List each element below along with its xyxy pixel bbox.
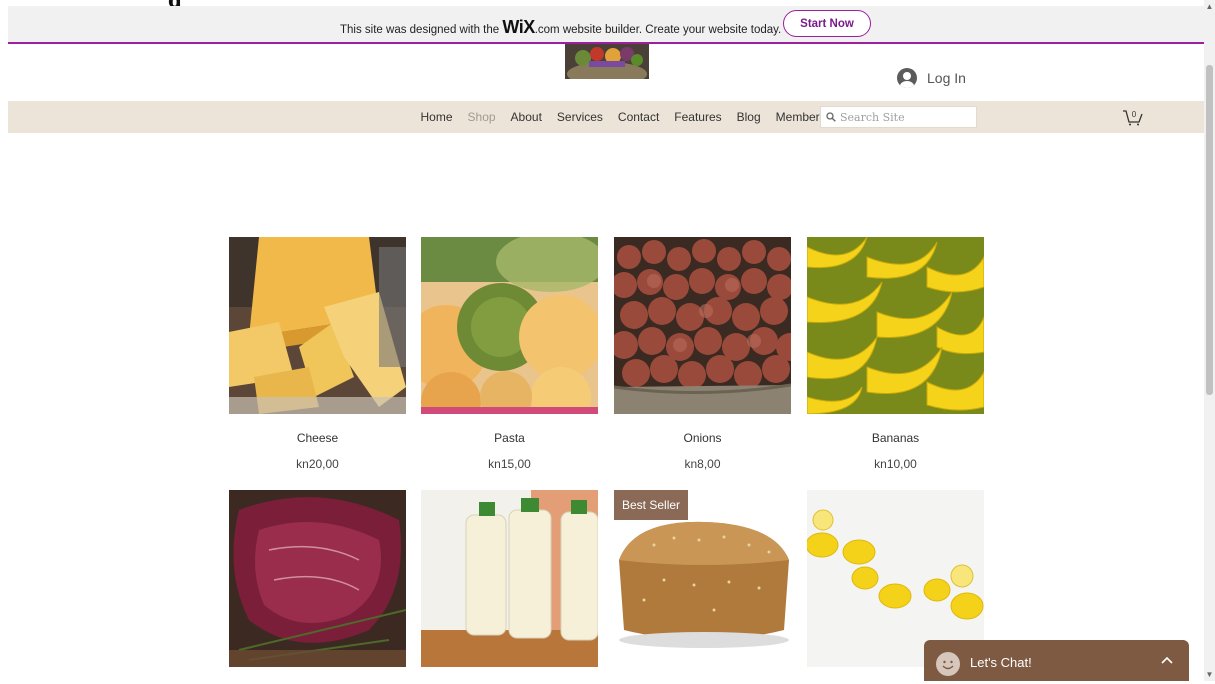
search-input[interactable] (840, 110, 970, 124)
product-card[interactable]: Cheese kn20,00 (229, 237, 406, 471)
wix-promo-banner: This site was designed with the WiX.com … (8, 6, 1204, 44)
wix-promo-text-before: This site was designed with the (340, 24, 503, 36)
product-image-onions[interactable] (614, 237, 791, 414)
nav-menu: Home Shop About Services Contact Feature… (413, 101, 833, 133)
scroll-up-arrow-icon[interactable]: ▲ (1205, 2, 1214, 11)
product-card[interactable]: Onions kn8,00 (614, 237, 791, 471)
nav-item-blog[interactable]: Blog (729, 110, 768, 124)
product-name[interactable]: Onions (614, 431, 791, 445)
product-card[interactable]: Best Seller (614, 490, 791, 684)
product-card[interactable] (421, 490, 598, 684)
search-icon (826, 112, 836, 122)
nav-item-about[interactable]: About (503, 110, 549, 124)
product-card[interactable] (229, 490, 406, 684)
nav-item-shop[interactable]: Shop (460, 110, 503, 124)
product-price: kn20,00 (296, 457, 339, 471)
product-card[interactable]: Bananas kn10,00 (807, 237, 984, 471)
shopping-cart-icon[interactable]: 0 (1122, 107, 1144, 127)
main-navigation: Home Shop About Services Contact Feature… (8, 101, 1204, 133)
site-logo[interactable] (565, 44, 649, 79)
start-now-button[interactable]: Start Now (783, 10, 871, 37)
cart-count: 0 (1132, 110, 1137, 119)
chat-widget[interactable]: Let's Chat! (924, 640, 1189, 681)
nav-item-contact[interactable]: Contact (610, 110, 666, 124)
wix-logo: WiX (502, 17, 535, 37)
vertical-scrollbar[interactable]: ▲ ▼ (1204, 0, 1215, 681)
product-name[interactable]: Bananas (807, 431, 984, 445)
best-seller-ribbon: Best Seller (614, 490, 689, 520)
nav-item-home[interactable]: Home (413, 110, 460, 124)
product-price: kn8,00 (684, 457, 721, 471)
product-image-bread[interactable]: Best Seller (614, 490, 791, 667)
product-name[interactable]: Cheese (229, 431, 406, 445)
chevron-up-icon[interactable] (1161, 653, 1173, 668)
chat-label[interactable]: Let's Chat! (970, 655, 1032, 670)
product-card[interactable]: Pasta kn15,00 (421, 237, 598, 471)
wix-promo-text-after: .com website builder. Create your websit… (534, 24, 782, 36)
product-image-pasta[interactable] (421, 237, 598, 414)
wix-promo-message: This site was designed with the WiX.com … (340, 17, 781, 38)
login-label[interactable]: Log In (927, 70, 966, 86)
login-area[interactable]: Log In (897, 68, 966, 88)
product-image-bananas[interactable] (807, 237, 984, 414)
product-image-milk[interactable] (421, 490, 598, 667)
product-price: kn15,00 (488, 457, 531, 471)
nav-item-features[interactable]: Features (667, 110, 729, 124)
product-image-meat[interactable] (229, 490, 406, 667)
nav-item-services[interactable]: Services (549, 110, 610, 124)
product-name[interactable]: Pasta (421, 431, 598, 445)
chat-avatar-icon (936, 652, 960, 676)
user-avatar-icon[interactable] (897, 68, 917, 88)
scroll-down-arrow-icon[interactable]: ▼ (1205, 670, 1214, 679)
product-price: kn10,00 (874, 457, 917, 471)
product-image-cheese[interactable] (229, 237, 406, 414)
scrollbar-thumb[interactable] (1206, 65, 1213, 395)
site-search-box[interactable] (820, 106, 977, 128)
